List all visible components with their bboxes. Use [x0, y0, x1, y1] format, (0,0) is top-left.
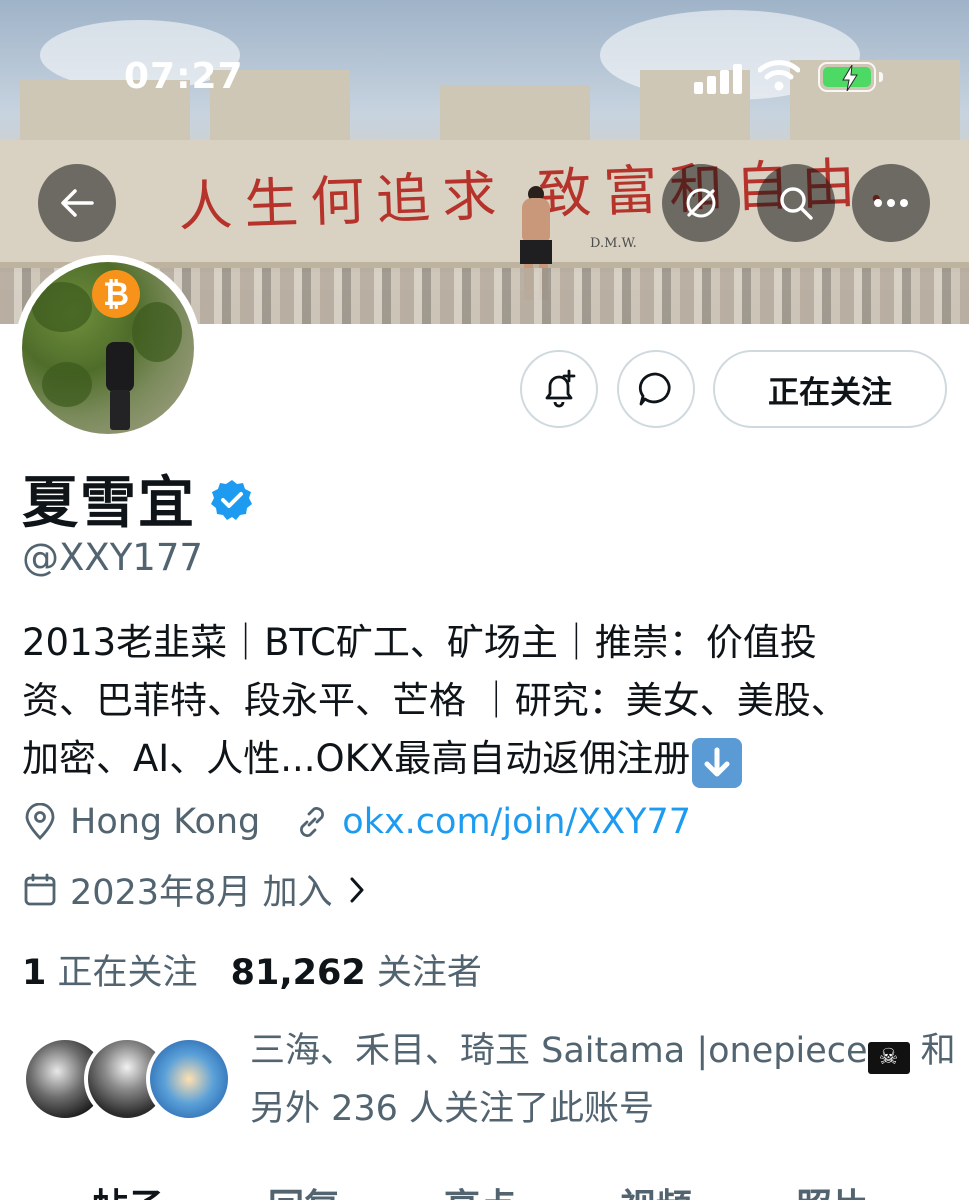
link-icon — [294, 804, 330, 840]
avatar-person — [100, 306, 140, 430]
tab-photos[interactable]: 照片 — [796, 1178, 868, 1200]
chevron-right-icon — [348, 876, 366, 904]
tab-replies[interactable]: 回复 — [268, 1178, 340, 1200]
location-text: Hong Kong — [70, 802, 261, 842]
back-arrow-icon — [61, 189, 94, 217]
followers-count: 81,262 — [230, 953, 366, 993]
followed-by-text[interactable]: 三海、禾目、琦玉 Saitama |onepiece ☠ 和 另外 236 人关注… — [250, 1022, 960, 1138]
verified-badge-icon[interactable] — [210, 478, 254, 526]
followed-by-line2: 另外 236 人关注了此账号 — [250, 1089, 655, 1129]
battery-cap — [879, 72, 883, 82]
profile-avatar[interactable]: ₿ — [15, 255, 201, 441]
followed-by-and: 和 — [909, 1031, 956, 1071]
bio-line: 加密、AI、人性...OKX最高自动返佣注册 — [22, 730, 952, 788]
following-button[interactable]: 正在关注 — [713, 350, 947, 428]
bio-line-text: 加密、AI、人性...OKX最高自动返佣注册 — [22, 737, 691, 780]
tab-videos[interactable]: 视频 — [620, 1178, 692, 1200]
following-count: 1 — [22, 953, 47, 993]
back-button[interactable] — [38, 164, 116, 242]
message-button[interactable] — [617, 350, 695, 428]
bitcoin-icon: ₿ — [92, 270, 140, 318]
wifi-icon — [757, 58, 801, 96]
more-icon — [874, 199, 908, 207]
follow-stats: 1 正在关注 81,262 关注者 — [22, 944, 482, 995]
followers-label: 关注者 — [376, 953, 482, 993]
bio-line: 资、巴菲特、段永平、芒格 ｜研究：美女、美股、 — [22, 679, 848, 722]
join-date-row[interactable]: 2023年8月 加入 — [22, 864, 378, 915]
tab-highlights[interactable]: 亮点 — [444, 1178, 516, 1200]
chat-bubble-icon — [638, 372, 671, 406]
tab-posts[interactable]: 帖子 — [92, 1178, 164, 1200]
profile-bio: 2013老韭菜｜BTC矿工、矿场主｜推崇：价值投 资、巴菲特、段永平、芒格 ｜研… — [22, 614, 952, 788]
user-handle: @XXY177 — [22, 536, 203, 579]
banner-graffiti-signature: D.M.W. — [590, 236, 637, 251]
following-label: 正在关注 — [57, 953, 198, 993]
more-button[interactable] — [852, 164, 930, 242]
search-button[interactable] — [757, 164, 835, 242]
notifications-button[interactable] — [520, 350, 598, 428]
followers-stat[interactable]: 81,262 关注者 — [231, 953, 482, 993]
mini-avatar — [146, 1036, 232, 1122]
grok-button[interactable] — [662, 164, 740, 242]
display-name: 夏雪宜 — [22, 471, 196, 536]
avatar-photo: ₿ — [22, 262, 194, 434]
pirate-flag-icon: ☠ — [867, 1042, 910, 1074]
calendar-icon — [22, 872, 58, 908]
profile-tabs: 帖子 回复 亮点 视频 照片 — [0, 1178, 969, 1200]
website-link[interactable]: okx.com/join/XXY77 — [342, 802, 691, 842]
cellular-signal-icon — [694, 62, 742, 94]
followed-by-line1: 三海、禾目、琦玉 Saitama |onepiece ☠ 和 — [250, 1022, 960, 1080]
followed-by-names: 三海、禾目、琦玉 Saitama |onepiece — [250, 1031, 868, 1071]
profile-name-row: 夏雪宜 — [22, 458, 254, 539]
search-icon — [780, 187, 813, 220]
bio-line: 2013老韭菜｜BTC矿工、矿场主｜推崇：价值投 — [22, 621, 817, 664]
location-pin-icon — [22, 803, 58, 841]
grok-icon — [686, 188, 716, 218]
join-date-text: 2023年8月 加入 — [70, 873, 333, 913]
battery-icon — [818, 62, 876, 92]
following-stat[interactable]: 1 正在关注 — [22, 953, 198, 993]
status-time: 07:27 — [124, 56, 244, 97]
bell-plus-icon — [545, 369, 576, 408]
down-arrow-emoji-icon — [692, 738, 743, 788]
profile-meta-row: Hong Kong okx.com/join/XXY77 — [22, 802, 691, 842]
